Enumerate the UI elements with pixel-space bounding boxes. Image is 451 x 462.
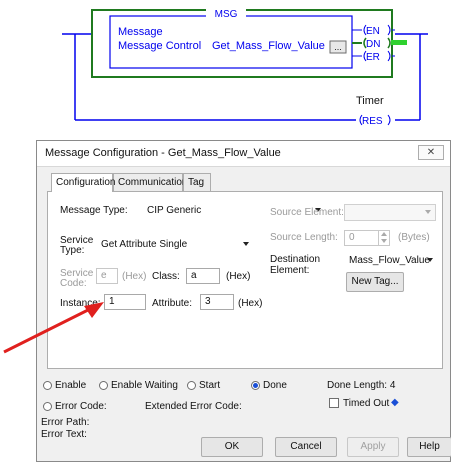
- chevron-down-icon: [427, 258, 433, 262]
- cancel-button[interactable]: Cancel: [275, 437, 337, 457]
- enable-radio: [43, 381, 52, 390]
- dialog-titlebar: Message Configuration - Get_Mass_Flow_Va…: [37, 141, 450, 167]
- enable-waiting-label: Enable Waiting: [111, 380, 178, 391]
- done-label: Done: [263, 380, 287, 391]
- error-code-label: Error Code:: [55, 401, 107, 412]
- timed-out-marker-icon: ◆: [391, 397, 399, 408]
- msg-message-label: Message: [118, 26, 163, 38]
- source-length-label: Source Length:: [270, 232, 338, 243]
- msg-control-label: Message Control: [118, 40, 201, 52]
- ok-button[interactable]: OK: [201, 437, 263, 457]
- annotation-arrow-icon: [3, 302, 104, 354]
- destination-element-select[interactable]: Mass_Flow_Value: [344, 252, 438, 269]
- done-radio: [251, 381, 260, 390]
- enable-label: Enable: [55, 380, 87, 391]
- msg-block-title: MSG: [215, 9, 238, 20]
- service-type-select[interactable]: Get Attribute Single: [96, 236, 254, 253]
- service-code-field[interactable]: e: [96, 268, 118, 284]
- dialog-title: Message Configuration - Get_Mass_Flow_Va…: [45, 147, 281, 159]
- destination-label: Destination: [270, 254, 321, 265]
- timed-out-label: Timed Out: [343, 398, 390, 409]
- enable-waiting-radio: [99, 381, 108, 390]
- apply-button[interactable]: Apply: [347, 437, 399, 457]
- timer-label: Timer: [356, 95, 384, 107]
- attribute-unit: (Hex): [238, 298, 263, 309]
- new-tag-button[interactable]: New Tag...: [346, 272, 404, 292]
- error-path-label: Error Path:: [41, 417, 90, 428]
- tab-tag[interactable]: Tag: [183, 173, 211, 191]
- coil-res: RES: [362, 116, 383, 127]
- svg-text:...: ...: [334, 42, 342, 52]
- message-type-label: Message Type:: [60, 205, 128, 216]
- done-length: Done Length: 4: [327, 380, 396, 391]
- start-label: Start: [199, 380, 221, 391]
- extended-error-code-label: Extended Error Code:: [145, 401, 242, 412]
- chevron-down-icon: [425, 210, 431, 214]
- close-icon[interactable]: ✕: [418, 145, 444, 160]
- error-code-radio: [43, 402, 52, 411]
- coil-dn: DN: [366, 39, 380, 50]
- class-label: Class:: [152, 271, 180, 282]
- tab-configuration[interactable]: Configuration: [51, 173, 115, 192]
- timed-out-checkbox: [329, 398, 339, 408]
- help-button[interactable]: Help: [407, 437, 451, 457]
- ladder-rung: MSG Message Message Control Get_Mass_Flo…: [0, 0, 451, 140]
- chevron-down-icon: [243, 242, 249, 246]
- service-code-unit: (Hex): [122, 271, 147, 282]
- coil-er: ER: [366, 52, 380, 63]
- instance-field[interactable]: 1: [104, 294, 146, 310]
- msg-control-value: Get_Mass_Flow_Value: [212, 40, 325, 52]
- error-text-label: Error Text:: [41, 429, 87, 440]
- start-radio: [187, 381, 196, 390]
- spinner-icon[interactable]: [378, 231, 389, 245]
- source-length-unit: (Bytes): [398, 232, 430, 243]
- class-unit: (Hex): [226, 271, 251, 282]
- service-type-label-line2: Type:: [60, 245, 85, 256]
- destination-label-line2: Element:: [270, 265, 310, 276]
- tab-communication[interactable]: Communication: [113, 173, 187, 191]
- ladder-diagram: MSG Message Message Control Get_Mass_Flo…: [62, 8, 428, 127]
- service-code-label-line2: Code:: [60, 278, 87, 289]
- source-element-select[interactable]: [344, 204, 436, 221]
- attribute-field[interactable]: 3: [200, 294, 234, 310]
- source-element-label: Source Element:: [270, 207, 344, 218]
- attribute-label: Attribute:: [152, 298, 193, 309]
- coil-en: EN: [366, 26, 380, 37]
- class-field[interactable]: a: [186, 268, 220, 284]
- source-length-field[interactable]: 0: [344, 230, 390, 246]
